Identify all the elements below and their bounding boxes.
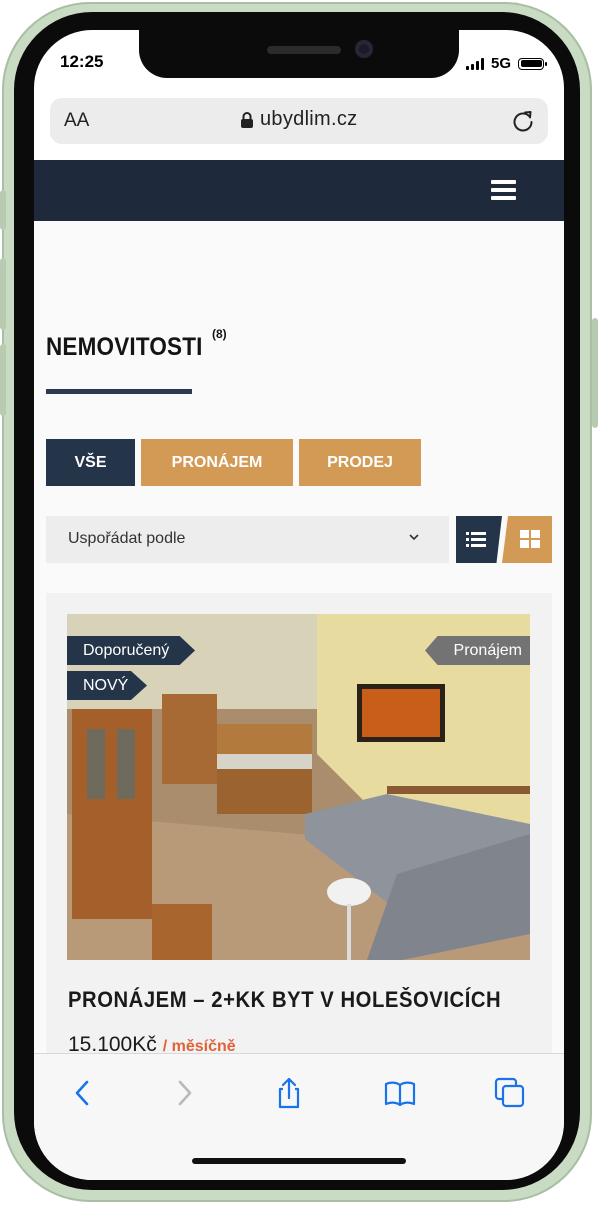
grid-view-icon (520, 530, 540, 548)
notch (139, 30, 459, 78)
share-icon[interactable] (272, 1076, 306, 1110)
text-size-button[interactable]: AA (64, 110, 89, 132)
lock-icon (241, 111, 253, 128)
page-title: NEMOVITOSTI (46, 333, 203, 361)
home-indicator (192, 1158, 406, 1164)
volume-up-button (0, 258, 6, 330)
front-camera (355, 40, 373, 58)
filter-rent-button[interactable]: PRONÁJEM (141, 439, 293, 486)
side-button (592, 318, 598, 428)
page-content: NEMOVITOSTI (8) VŠE PRONÁJEM PRODEJ Uspo… (34, 221, 564, 1083)
sort-label: Uspořádat podle (68, 530, 186, 547)
new-tag: NOVÝ (67, 671, 147, 700)
chevron-down-icon (409, 534, 419, 541)
network-label: 5G (490, 55, 511, 72)
listing-photo[interactable]: Doporučený NOVÝ Pronájem (67, 614, 530, 960)
tabs-icon[interactable] (493, 1076, 527, 1110)
url-text: ubydlim.cz (260, 108, 358, 130)
back-icon[interactable] (66, 1076, 100, 1110)
mute-switch (0, 190, 6, 230)
listing-card[interactable]: Doporučený NOVÝ Pronájem PRONÁJEM – 2+KK… (46, 593, 552, 1083)
page-heading: NEMOVITOSTI (8) (46, 327, 227, 362)
listing-type-tag: Pronájem (425, 636, 530, 665)
site-navbar (34, 160, 564, 221)
listing-count: (8) (211, 327, 227, 341)
filter-all-button[interactable]: VŠE (46, 439, 135, 486)
listing-title[interactable]: PRONÁJEM – 2+KK BYT V HOLEŠOVICÍCH (68, 987, 501, 1013)
filter-buttons: VŠE PRONÁJEM PRODEJ (46, 439, 421, 486)
address-bar[interactable]: AA ubydlim.cz (50, 98, 548, 144)
reload-icon[interactable] (510, 108, 536, 134)
filter-sale-button[interactable]: PRODEJ (299, 439, 421, 486)
forward-icon[interactable] (167, 1076, 201, 1110)
battery-icon (518, 57, 547, 70)
volume-down-button (0, 344, 6, 416)
status-time: 12:25 (60, 52, 104, 71)
title-underline (46, 389, 192, 394)
apartment-photo (67, 614, 530, 960)
list-view-icon (466, 532, 486, 547)
signal-icon (465, 57, 484, 70)
hamburger-icon[interactable] (491, 180, 516, 200)
speaker (267, 46, 341, 54)
grid-view-button[interactable] (502, 516, 552, 563)
featured-tag: Doporučený (67, 636, 195, 665)
sort-select[interactable]: Uspořádat podle (46, 516, 449, 563)
url-display[interactable]: ubydlim.cz (240, 108, 357, 131)
status-indicators: 5G (465, 55, 547, 72)
list-view-button[interactable] (456, 516, 502, 563)
phone-screen: 12:25 5G AA ubydlim.cz NEMOVITOSTI (8) V… (34, 30, 564, 1180)
bookmarks-icon[interactable] (383, 1076, 417, 1110)
